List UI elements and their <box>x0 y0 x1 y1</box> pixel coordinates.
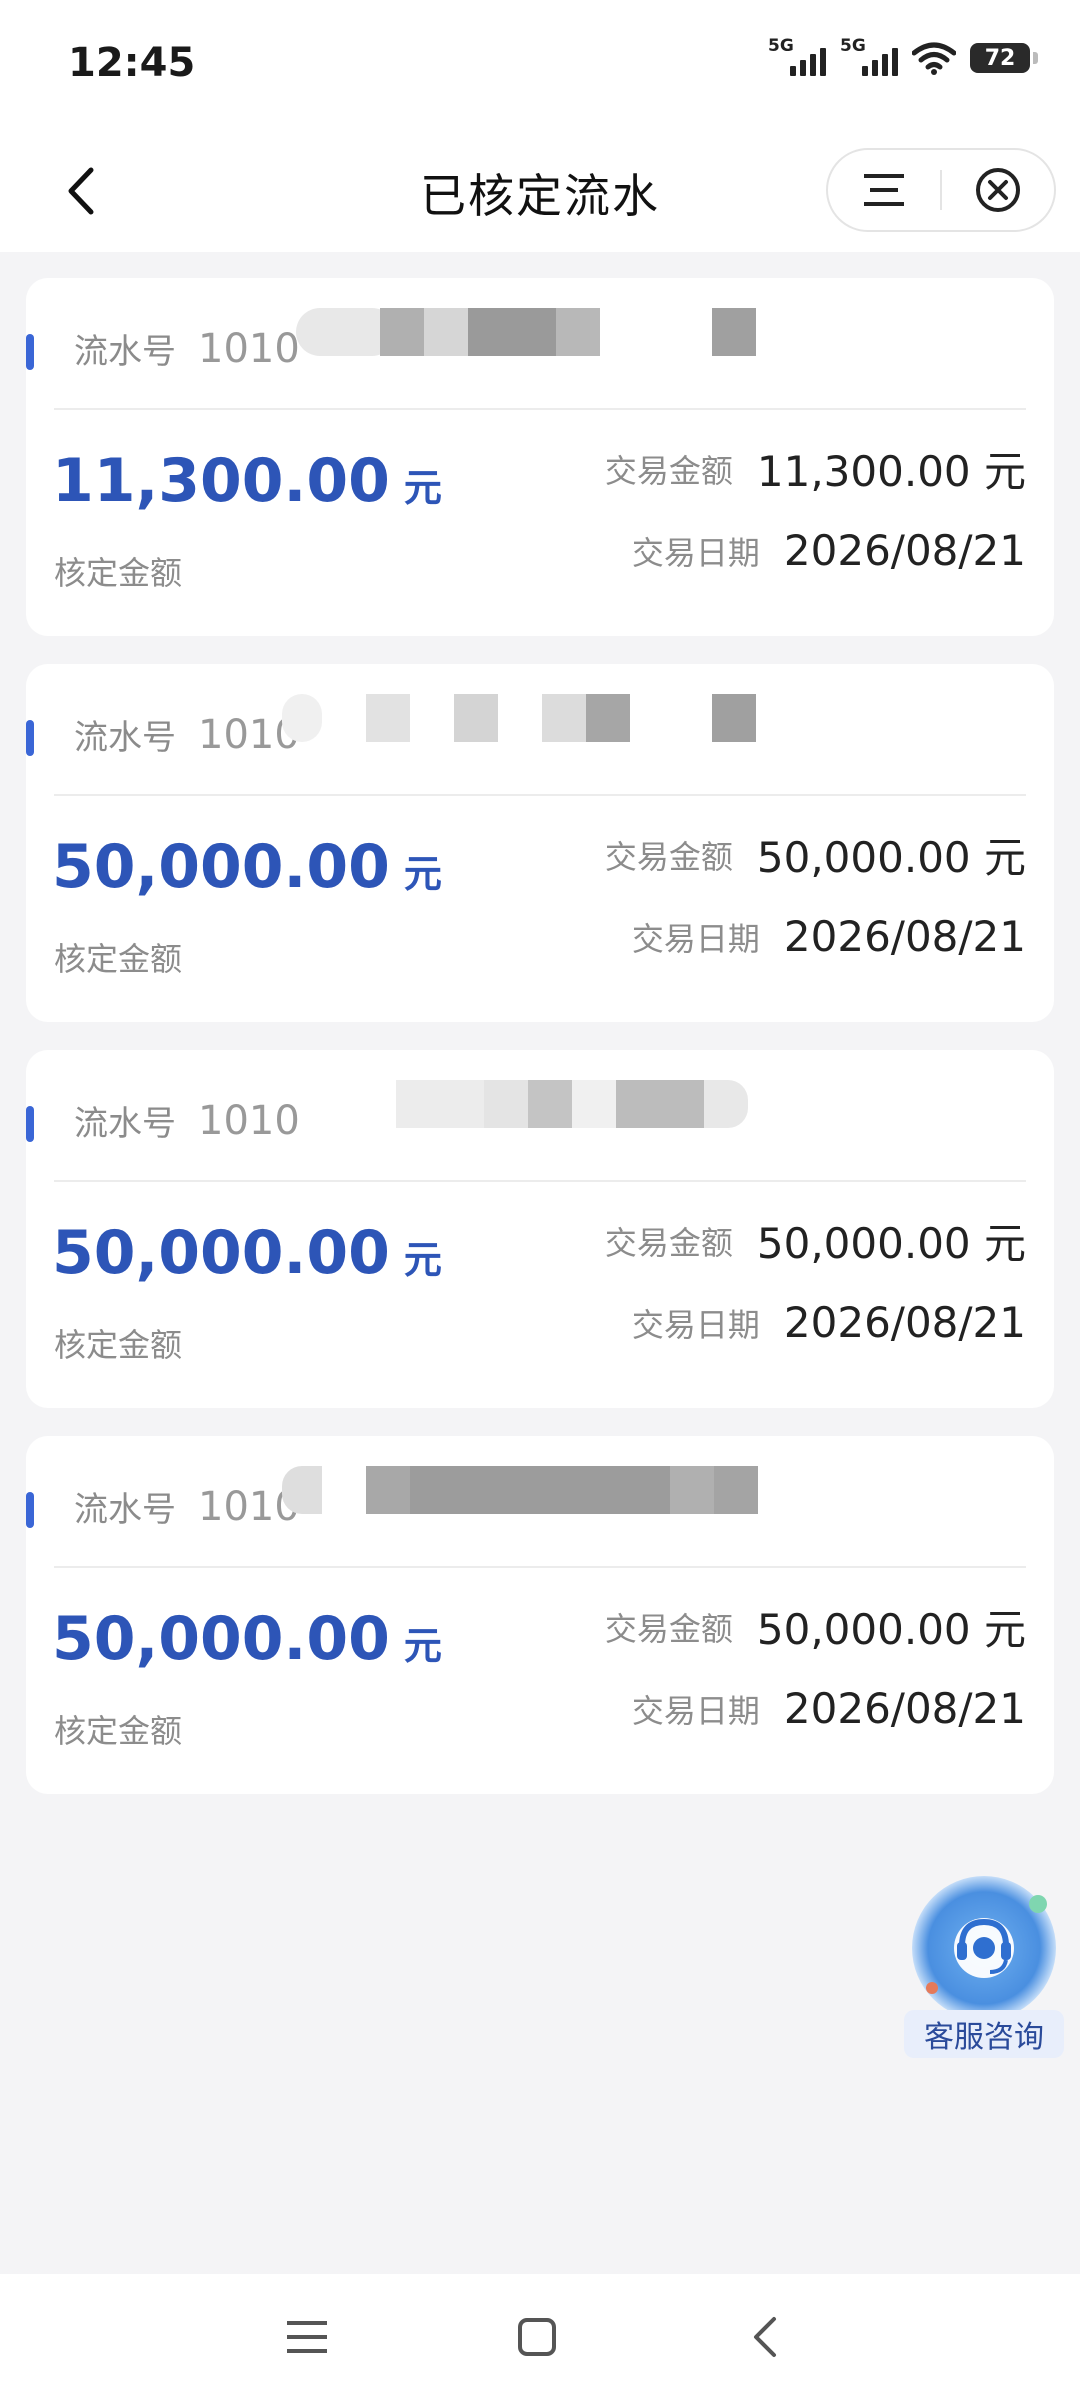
approved-amount-unit: 元 <box>403 1624 442 1668</box>
card-divider <box>54 1180 1026 1182</box>
approved-amount-label: 核定金额 <box>54 1326 183 1364</box>
signal-icon: 5G <box>840 36 898 76</box>
headset-icon <box>926 1895 1047 1994</box>
trade-amount-row: 交易金额 50,000.00 元 <box>605 1596 1026 1657</box>
network-type-label: 5G <box>840 36 866 56</box>
trade-date-label: 交易日期 <box>631 1305 760 1344</box>
battery-level: 72 <box>984 45 1016 71</box>
trade-date-row: 交易日期 2026/08/21 <box>632 1298 1026 1347</box>
status-indicators: 5G 5G 72 <box>768 36 1038 76</box>
trade-date-label: 交易日期 <box>631 919 760 958</box>
trade-date-label: 交易日期 <box>631 1691 760 1730</box>
trade-date-row: 交易日期 2026/08/21 <box>632 526 1026 575</box>
approved-amount: 50,000.00 元 <box>52 1604 442 1674</box>
approved-amount-unit: 元 <box>403 852 442 896</box>
approved-amount: 50,000.00 元 <box>52 1218 442 1288</box>
card-accent-bar <box>26 720 34 756</box>
serial-redaction <box>282 694 762 742</box>
card-accent-bar <box>26 1492 34 1528</box>
card-divider <box>54 1566 1026 1568</box>
recent-apps-icon <box>287 2321 327 2353</box>
mini-program-capsule <box>826 148 1056 232</box>
serial-number: 流水号 1010 <box>74 1096 300 1145</box>
network-type-label: 5G <box>768 36 794 56</box>
approved-amount-unit: 元 <box>403 1238 442 1282</box>
card-accent-bar <box>26 1106 34 1142</box>
trade-date-label: 交易日期 <box>631 533 760 572</box>
approved-amount-label: 核定金额 <box>54 554 183 592</box>
serial-redaction <box>396 1080 786 1128</box>
serial-redaction <box>296 308 600 356</box>
card-divider <box>54 794 1026 796</box>
approved-amount-unit: 元 <box>403 466 442 510</box>
serial-number: 流水号 1010 <box>74 710 300 759</box>
flow-record-card[interactable]: 流水号 1010 50,000.00 元 核定金额 交易金额 50,000.00 … <box>26 664 1054 1022</box>
trade-date-value: 2026/08/21 <box>783 1684 1026 1733</box>
approved-amount-label: 核定金额 <box>54 1712 183 1750</box>
menu-icon <box>864 174 904 206</box>
approved-amount: 11,300.00 元 <box>52 446 442 516</box>
trade-amount-row: 交易金额 50,000.00 元 <box>605 824 1026 885</box>
back-icon <box>754 2317 776 2357</box>
customer-service-label: 客服咨询 <box>904 2010 1064 2058</box>
trade-date-row: 交易日期 2026/08/21 <box>632 912 1026 961</box>
flow-record-card[interactable]: 流水号 1010 50,000.00 元 核定金额 交易金额 50,000.00 … <box>26 1436 1054 1794</box>
trade-date-value: 2026/08/21 <box>783 1298 1026 1347</box>
trade-date-row: 交易日期 2026/08/21 <box>632 1684 1026 1733</box>
navigation-bar: 已核定流水 <box>0 130 1080 252</box>
flow-record-list: 流水号 1010 11,300.00 元 核定金额 交易金额 11,300.00 … <box>26 278 1054 1822</box>
wifi-icon <box>912 42 956 75</box>
close-circle-icon <box>976 168 1020 212</box>
trade-amount-label: 交易金额 <box>604 451 733 490</box>
battery-icon: 72 <box>970 43 1038 73</box>
serial-number: 流水号 1010 <box>74 324 300 373</box>
serial-value: 1010 <box>198 325 300 372</box>
trade-date-value: 2026/08/21 <box>783 912 1026 961</box>
trade-date-value: 2026/08/21 <box>783 526 1026 575</box>
serial-label: 流水号 <box>74 1104 176 1144</box>
trade-amount-label: 交易金额 <box>604 837 733 876</box>
trade-amount-label: 交易金额 <box>604 1609 733 1648</box>
serial-redaction <box>712 308 758 356</box>
approved-amount-value: 50,000.00 <box>52 832 390 902</box>
card-accent-bar <box>26 334 34 370</box>
trade-amount-value: 50,000.00 元 <box>756 1605 1026 1654</box>
serial-label: 流水号 <box>74 718 176 758</box>
flow-record-card[interactable]: 流水号 1010 50,000.00 元 核定金额 交易金额 50,000.00 … <box>26 1050 1054 1408</box>
trade-amount-value: 50,000.00 元 <box>756 833 1026 882</box>
serial-number: 流水号 1010 <box>74 1482 300 1531</box>
signal-icon: 5G <box>768 36 826 76</box>
serial-value: 1010 <box>198 1097 300 1144</box>
approved-amount: 50,000.00 元 <box>52 832 442 902</box>
flow-record-card[interactable]: 流水号 1010 11,300.00 元 核定金额 交易金额 11,300.00 … <box>26 278 1054 636</box>
customer-service-bubble <box>912 1876 1056 2020</box>
trade-amount-value: 11,300.00 元 <box>756 447 1026 496</box>
recent-apps-button[interactable] <box>282 2312 332 2362</box>
serial-label: 流水号 <box>74 1490 176 1530</box>
trade-amount-value: 50,000.00 元 <box>756 1219 1026 1268</box>
system-navigation-bar <box>0 2274 1080 2400</box>
serial-redaction <box>282 1466 762 1514</box>
trade-amount-row: 交易金额 50,000.00 元 <box>605 1210 1026 1271</box>
approved-amount-value: 50,000.00 <box>52 1604 390 1674</box>
trade-amount-label: 交易金额 <box>604 1223 733 1262</box>
customer-service-button[interactable]: 客服咨询 <box>904 1876 1064 2066</box>
home-icon <box>518 2318 556 2356</box>
serial-label: 流水号 <box>74 332 176 372</box>
trade-amount-row: 交易金额 11,300.00 元 <box>605 438 1026 499</box>
close-button[interactable] <box>942 150 1054 230</box>
menu-button[interactable] <box>828 150 940 230</box>
status-bar: 12:45 5G 5G 72 <box>0 0 1080 130</box>
approved-amount-value: 11,300.00 <box>52 446 390 516</box>
system-back-button[interactable] <box>740 2312 790 2362</box>
card-divider <box>54 408 1026 410</box>
approved-amount-value: 50,000.00 <box>52 1218 390 1288</box>
approved-amount-label: 核定金额 <box>54 940 183 978</box>
status-time: 12:45 <box>68 40 196 86</box>
home-button[interactable] <box>512 2312 562 2362</box>
